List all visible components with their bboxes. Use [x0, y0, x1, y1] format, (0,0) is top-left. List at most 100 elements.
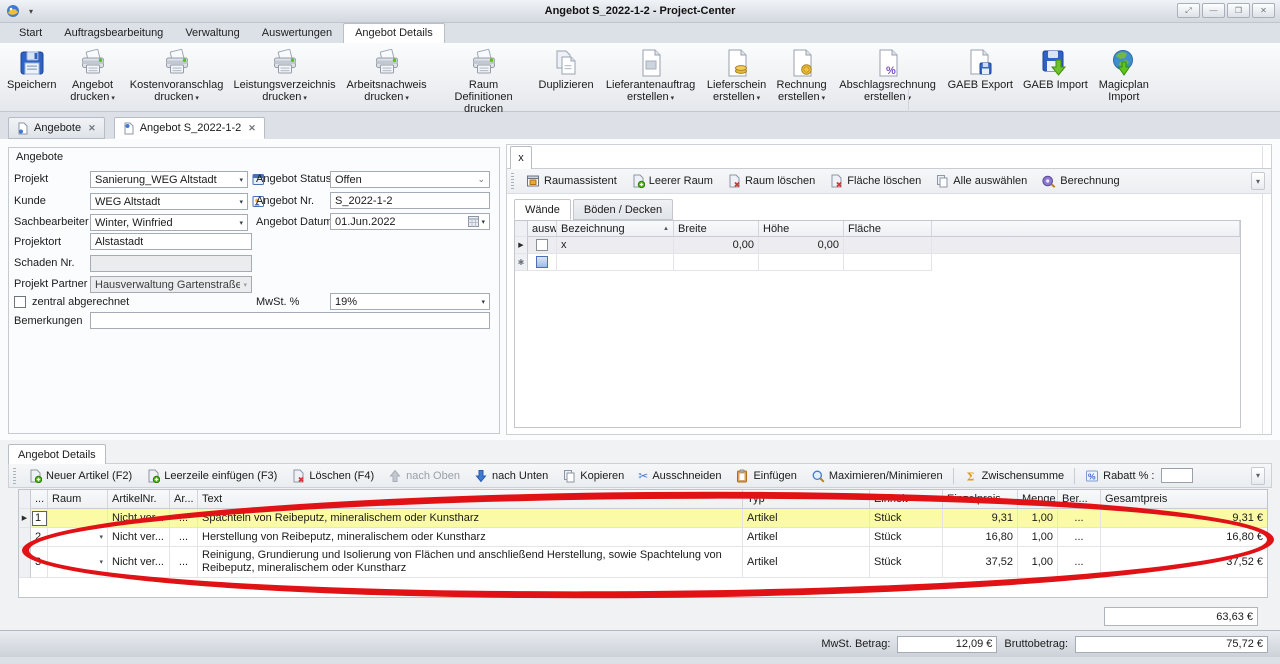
artikel-browse-cell[interactable]: ...: [170, 528, 198, 547]
ribbon-tab-auftragsbearbeitung[interactable]: Auftragsbearbeitung: [53, 23, 174, 43]
create-invoice-button[interactable]: Rechnung erstellen▾: [772, 45, 832, 106]
typ-cell[interactable]: Artikel: [743, 528, 870, 547]
column-header-menge[interactable]: Menge: [1018, 490, 1058, 509]
dropdown-arrow-icon[interactable]: ▾: [236, 219, 243, 227]
magicplan-import-button[interactable]: Magicplan Import: [1094, 45, 1154, 104]
ribbon-tab-verwaltung[interactable]: Verwaltung: [174, 23, 250, 43]
print-offer-button[interactable]: Angebot drucken▾: [63, 45, 123, 106]
einfuegen-button[interactable]: Einfügen: [728, 467, 803, 485]
row-checkbox-image[interactable]: [536, 256, 548, 268]
flaeche-loeschen-button[interactable]: Fläche löschen: [822, 172, 928, 190]
print-service-list-button[interactable]: Leistungsverzeichnis drucken▾: [231, 45, 339, 106]
expand-window-button[interactable]: ⤢: [1177, 3, 1200, 18]
einheit-cell[interactable]: Stück: [870, 547, 943, 578]
loeschen-button[interactable]: Löschen (F4): [284, 467, 381, 485]
berechnung-browse-cell[interactable]: ...: [1058, 528, 1101, 547]
artikelnr-cell[interactable]: Nicht ver...: [108, 547, 170, 578]
gesamtpreis-cell[interactable]: 16,80 €: [1101, 528, 1267, 547]
angebot-nr-input[interactable]: S_2022-1-2: [330, 192, 490, 209]
tab-boeden-decken[interactable]: Böden / Decken: [573, 199, 673, 220]
raum-loeschen-button[interactable]: Raum löschen: [720, 172, 822, 190]
raum-cell[interactable]: ▾: [48, 528, 108, 547]
berechnung-browse-cell[interactable]: ...: [1058, 509, 1101, 528]
tab-waende[interactable]: Wände: [514, 199, 571, 220]
nr-editor[interactable]: 1: [32, 511, 47, 526]
column-header-einzelpreis[interactable]: Einzelpreis: [943, 490, 1018, 509]
column-header-text[interactable]: Text: [198, 490, 743, 509]
text-cell[interactable]: Herstellung von Reibeputz, mineralischem…: [198, 528, 743, 547]
column-header-flaeche[interactable]: Fläche: [844, 221, 932, 237]
column-header-hoehe[interactable]: Höhe: [759, 221, 844, 237]
angebot-status-combobox[interactable]: Offen ⌄: [330, 171, 490, 188]
bezeichnung-cell-new[interactable]: [557, 254, 674, 271]
sachbearbeiter-combobox[interactable]: Winter, Winfried ▾: [90, 214, 248, 231]
create-supplier-order-button[interactable]: Lieferantenauftrag erstellen▾: [600, 45, 702, 106]
menge-cell[interactable]: 1,00: [1018, 528, 1058, 547]
column-header-typ[interactable]: Typ: [743, 490, 870, 509]
toolbar-overflow-icon[interactable]: ▾: [1251, 172, 1265, 190]
text-cell[interactable]: Reinigung, Grundierung und Isolierung vo…: [198, 547, 743, 578]
berechnung-button[interactable]: Berechnung: [1034, 172, 1126, 191]
dropdown-arrow-icon[interactable]: ▾: [99, 533, 103, 541]
save-button[interactable]: Speichern: [3, 45, 61, 92]
column-header-artikelnr[interactable]: ArtikelNr.: [108, 490, 170, 509]
print-room-definitions-button[interactable]: Raum Definitionen drucken: [435, 45, 533, 116]
ausschneiden-button[interactable]: ✂ Ausschneiden: [631, 468, 728, 484]
row-checkbox[interactable]: [536, 239, 548, 251]
typ-cell[interactable]: Artikel: [743, 509, 870, 528]
print-work-record-button[interactable]: Arbeitsnachweis drucken▾: [341, 45, 433, 106]
dropdown-arrow-icon[interactable]: ▾: [236, 198, 243, 206]
einzelpreis-cell[interactable]: 37,52: [943, 547, 1018, 578]
bezeichnung-cell[interactable]: x: [557, 237, 674, 254]
raum-cell[interactable]: ▾: [48, 547, 108, 578]
flaeche-cell[interactable]: [844, 237, 932, 254]
column-header-ar[interactable]: Ar...: [170, 490, 198, 509]
column-header-ber[interactable]: Ber...: [1058, 490, 1101, 509]
ribbon-tab-auswertungen[interactable]: Auswertungen: [251, 23, 343, 43]
toolbar-grip[interactable]: [13, 468, 16, 484]
room-tab-x[interactable]: x: [510, 146, 532, 169]
rabatt-input[interactable]: [1161, 468, 1193, 483]
projektort-input[interactable]: Alstastadt: [90, 233, 252, 250]
ausw-cell-new[interactable]: [528, 254, 557, 271]
einzelpreis-cell[interactable]: 9,31: [943, 509, 1018, 528]
duplicate-button[interactable]: Duplizieren: [535, 45, 598, 92]
bemerkungen-input[interactable]: [90, 312, 490, 329]
alle-auswaehlen-button[interactable]: Alle auswählen: [928, 172, 1034, 190]
menge-cell[interactable]: 1,00: [1018, 509, 1058, 528]
artikel-browse-cell[interactable]: ...: [170, 547, 198, 578]
gesamtpreis-cell[interactable]: 37,52 €: [1101, 547, 1267, 578]
column-header-ausw[interactable]: ausw...: [528, 221, 557, 237]
hoehe-cell[interactable]: 0,00: [759, 237, 844, 254]
nr-cell[interactable]: 3: [31, 547, 48, 578]
toolbar-grip[interactable]: [511, 173, 514, 189]
column-header-einheit[interactable]: Einheit: [870, 490, 943, 509]
raum-cell[interactable]: [48, 509, 108, 528]
print-cost-estimate-button[interactable]: Kostenvoranschlag drucken▾: [125, 45, 229, 106]
ausw-cell[interactable]: [528, 237, 557, 254]
dropdown-arrow-icon[interactable]: ▾: [478, 298, 485, 306]
kopieren-button[interactable]: Kopieren: [555, 467, 631, 485]
breite-cell-new[interactable]: [674, 254, 759, 271]
close-button[interactable]: ✕: [1252, 3, 1275, 18]
gesamtpreis-cell[interactable]: 9,31 €: [1101, 509, 1267, 528]
einheit-cell[interactable]: Stück: [870, 528, 943, 547]
quick-access-caret-icon[interactable]: ▾: [29, 7, 33, 16]
einzelpreis-cell[interactable]: 16,80: [943, 528, 1018, 547]
row-header[interactable]: [19, 528, 31, 547]
artikel-browse-cell[interactable]: ...: [170, 509, 198, 528]
minimize-button[interactable]: —: [1202, 3, 1225, 18]
gaeb-import-button[interactable]: GAEB Import: [1019, 45, 1092, 92]
artikelnr-cell[interactable]: Nicht ver...: [108, 509, 170, 528]
ribbon-tab-start[interactable]: Start: [8, 23, 53, 43]
column-header-raum[interactable]: Raum: [48, 490, 108, 509]
column-header-gesamtpreis[interactable]: Gesamtpreis: [1101, 490, 1267, 509]
tab-angebot-details[interactable]: Angebot Details: [8, 444, 106, 464]
ribbon-tab-angebot-details[interactable]: Angebot Details: [343, 23, 445, 43]
neuer-artikel-button[interactable]: Neuer Artikel (F2): [21, 467, 139, 485]
create-delivery-note-button[interactable]: Lieferschein erstellen▾: [704, 45, 770, 106]
new-row-header[interactable]: ✱: [515, 254, 528, 271]
zwischensumme-button[interactable]: Σ Zwischensumme: [957, 467, 1072, 485]
artikelnr-cell[interactable]: Nicht ver...: [108, 528, 170, 547]
doc-tab-angebot-s-2022-1-2[interactable]: Angebot S_2022-1-2 ✕: [114, 117, 265, 139]
